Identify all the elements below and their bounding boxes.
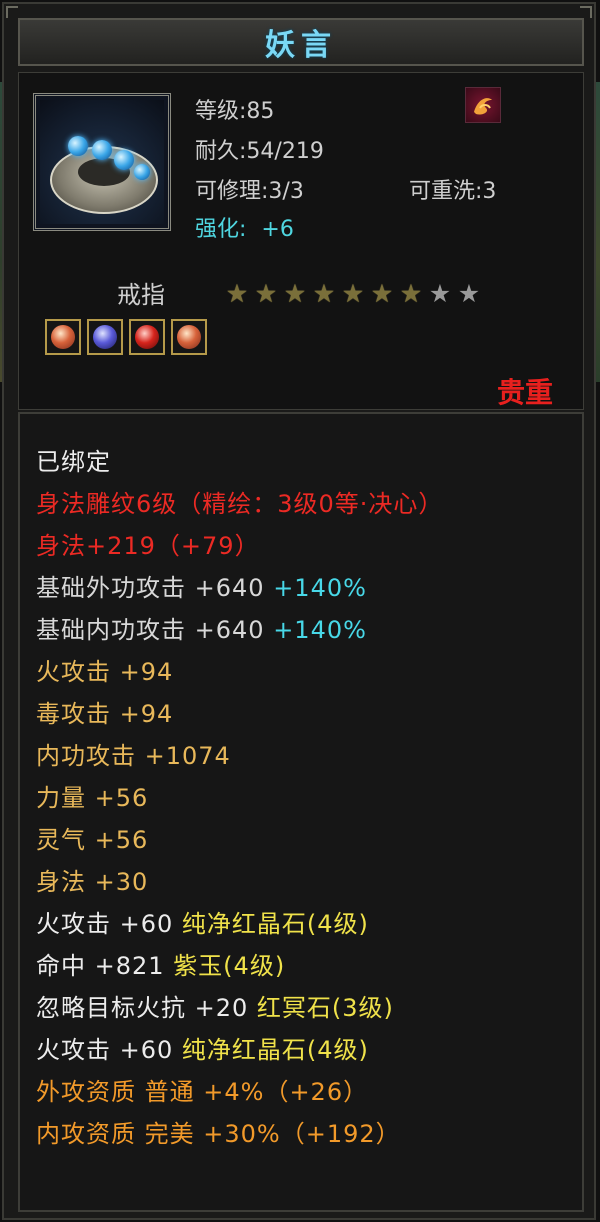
attribute-line: 内攻资质 完美 +30%（+192） <box>36 1114 401 1149</box>
item-enhance: 强化: +6 <box>195 211 294 243</box>
attribute-text: 身法+219（+79） <box>36 532 260 560</box>
star-filled-icon: ★ <box>399 279 423 308</box>
attribute-text: +140% <box>273 616 367 644</box>
attribute-line: 已绑定 <box>36 442 111 477</box>
attribute-text: 纯净红晶石(4级) <box>181 910 369 938</box>
gem-slot[interactable] <box>171 319 207 355</box>
blue-gem-icon <box>93 325 117 349</box>
attribute-text: 基础外功攻击 +640 <box>36 574 274 602</box>
gem-slot[interactable] <box>87 319 123 355</box>
ring-gem <box>114 150 134 170</box>
attribute-line: 基础内功攻击 +640 +140% <box>36 610 367 645</box>
attribute-line: 外攻资质 普通 +4%（+26） <box>36 1072 368 1107</box>
star-filled-icon: ★ <box>341 279 365 308</box>
attribute-text: +140% <box>273 574 367 602</box>
attribute-text: 外攻资质 普通 +4%（+26） <box>36 1078 369 1106</box>
attribute-text: 命中 +821 <box>36 952 174 980</box>
attribute-text: 火攻击 +60 <box>36 910 182 938</box>
attribute-text: 紫玉(4级) <box>173 952 286 980</box>
attribute-line: 火攻击 +60 纯净红晶石(4级) <box>36 1030 369 1065</box>
item-rarity: 贵重 <box>496 376 553 409</box>
attribute-line: 身法雕纹6级（精绘：3级0等·决心） <box>36 484 443 519</box>
attribute-text: 内功攻击 +1074 <box>36 742 231 770</box>
star-filled-icon: ★ <box>312 279 336 308</box>
attribute-line: 命中 +821 紫玉(4级) <box>36 946 285 981</box>
item-summary-panel: 等级:85 耐久:54/219 可修理:3/3 可重洗:3 强化: +6 戒指 … <box>18 72 584 410</box>
ring-icon <box>40 100 164 224</box>
attribute-line: 火攻击 +60 纯净红晶石(4级) <box>36 904 369 939</box>
star-rating: ★ ★ ★ ★ ★ ★ ★ ★ ★ <box>223 281 483 306</box>
attribute-line: 毒攻击 +94 <box>36 694 173 729</box>
attribute-text: 灵气 +56 <box>36 826 149 854</box>
attribute-text: 红冥石(3级) <box>256 994 394 1022</box>
item-durability: 耐久:54/219 <box>195 139 324 164</box>
attribute-text: 力量 +56 <box>36 784 149 812</box>
enhance-label: 强化: <box>195 217 247 242</box>
frame-corner-ornament <box>6 6 18 18</box>
gem-slots <box>45 319 207 355</box>
attribute-line: 忽略目标火抗 +20 红冥石(3级) <box>36 988 394 1023</box>
star-filled-icon: ★ <box>225 279 249 308</box>
attribute-line: 火攻击 +94 <box>36 652 173 687</box>
star-empty-icon: ★ <box>428 279 452 308</box>
star-filled-icon: ★ <box>283 279 307 308</box>
item-name: 妖言 <box>265 28 337 63</box>
enhance-value: +6 <box>261 217 294 242</box>
ring-gem <box>68 136 88 156</box>
attribute-text: 身法 +30 <box>36 868 149 896</box>
attribute-text: 火攻击 +94 <box>36 658 174 686</box>
attribute-text: 忽略目标火抗 +20 <box>36 994 257 1022</box>
attribute-line: 基础外功攻击 +640 +140% <box>36 568 367 603</box>
ring-gem <box>134 164 150 180</box>
attribute-text: 基础内功攻击 +640 <box>36 616 274 644</box>
attribute-text: 身法雕纹6级（精绘：3级0等·决心） <box>36 490 444 518</box>
item-rewashable: 可重洗:3 <box>409 179 497 204</box>
item-tooltip: 妖言 等级:85 耐久:54/219 可修理:3/3 可重洗:3 强化: +6 <box>2 2 596 1220</box>
attribute-line: 身法+219（+79） <box>36 526 260 561</box>
attribute-text: 已绑定 <box>36 448 111 476</box>
attribute-text: 毒攻击 +94 <box>36 700 174 728</box>
attribute-line: 灵气 +56 <box>36 820 148 855</box>
star-empty-icon: ★ <box>457 279 481 308</box>
ring-gem <box>92 140 112 160</box>
attribute-text: 纯净红晶石(4级) <box>181 1036 369 1064</box>
star-filled-icon: ★ <box>370 279 394 308</box>
attribute-text: 内攻资质 完美 +30%（+192） <box>36 1120 401 1148</box>
attribute-line: 内功攻击 +1074 <box>36 736 231 771</box>
item-repairable: 可修理:3/3 <box>195 179 304 204</box>
gem-slot[interactable] <box>45 319 81 355</box>
gold-gem-icon <box>51 325 75 349</box>
gem-slot[interactable] <box>129 319 165 355</box>
attribute-text: 火攻击 +60 <box>36 1036 182 1064</box>
item-level: 等级:85 <box>195 99 275 124</box>
red-gem-icon <box>135 325 159 349</box>
title-bar: 妖言 <box>18 18 584 66</box>
class-emblem-icon <box>465 87 501 123</box>
item-type: 戒指 <box>117 281 165 309</box>
gold-gem-icon <box>177 325 201 349</box>
star-filled-icon: ★ <box>254 279 278 308</box>
attribute-list: 已绑定身法雕纹6级（精绘：3级0等·决心） 身法+219（+79） 基础外功攻击 +… <box>18 412 584 1212</box>
item-icon <box>33 93 171 231</box>
attribute-line: 力量 +56 <box>36 778 148 813</box>
attribute-line: 身法 +30 <box>36 862 148 897</box>
frame-corner-ornament <box>580 6 592 18</box>
